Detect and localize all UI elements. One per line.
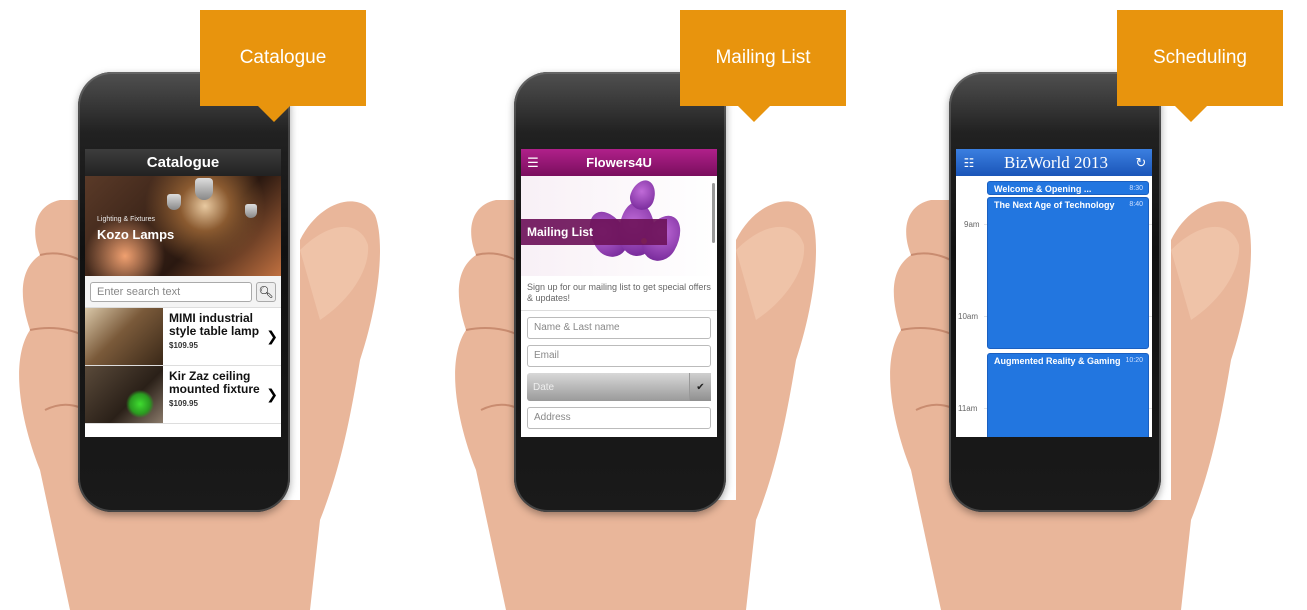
- scrollbar[interactable]: [712, 183, 715, 243]
- catalogue-tag: Catalogue: [200, 10, 366, 122]
- event-time: 10:20: [1125, 357, 1143, 364]
- event-title: The Next Age of Technology: [994, 200, 1115, 210]
- search-input[interactable]: Enter search text: [90, 281, 252, 302]
- search-icon: 🔍︎: [258, 284, 274, 299]
- email-field[interactable]: Email: [527, 345, 711, 367]
- catalogue-hero-banner[interactable]: Lighting & Fixtures Kozo Lamps: [85, 176, 281, 276]
- product-name: MIMI industrial style table lamp: [169, 311, 260, 338]
- date-select[interactable]: Date ✔︎: [527, 373, 711, 401]
- event-title: Augmented Reality & Gaming: [994, 356, 1121, 366]
- event-item[interactable]: Augmented Reality & Gaming 10:20: [987, 353, 1149, 437]
- product-thumbnail: [85, 308, 163, 365]
- scheduling-panel: ☷ BizWorld 2013 ↻ 9am 10am 11am Welcome …: [871, 0, 1307, 610]
- menu-icon[interactable]: ☰: [521, 155, 545, 171]
- catalogue-header: Catalogue: [85, 149, 281, 176]
- chevron-down-icon: ✔︎: [689, 373, 711, 401]
- grid-icon[interactable]: ☷: [956, 156, 982, 170]
- mailing-list-banner: Mailing List: [521, 219, 667, 245]
- flowers-title: Flowers4U: [586, 155, 652, 170]
- mailing-list-screen: ☰ Flowers4U Mailing List Sign up for our…: [521, 149, 717, 437]
- list-item[interactable]: Kir Zaz ceiling mounted fixture $109.95 …: [85, 366, 281, 424]
- lamp-image: [195, 178, 213, 200]
- phone-device: Catalogue Lighting & Fixtures Kozo Lamps…: [78, 72, 290, 512]
- date-label: Date: [533, 381, 555, 393]
- chevron-right-icon: ❯: [266, 386, 278, 402]
- search-button[interactable]: 🔍︎: [256, 281, 276, 302]
- bizworld-title: BizWorld 2013: [1004, 152, 1108, 172]
- scheduling-tag: Scheduling: [1117, 10, 1283, 122]
- address-field[interactable]: Address: [527, 407, 711, 429]
- product-thumbnail: [85, 366, 163, 423]
- flowers-header: ☰ Flowers4U: [521, 149, 717, 176]
- event-item[interactable]: The Next Age of Technology 8:40: [987, 197, 1149, 349]
- product-price: $109.95: [169, 399, 198, 408]
- catalogue-screen: Catalogue Lighting & Fixtures Kozo Lamps…: [85, 149, 281, 437]
- scheduling-screen: ☷ BizWorld 2013 ↻ 9am 10am 11am Welcome …: [956, 149, 1152, 437]
- lamp-image: [167, 194, 181, 210]
- product-name: Kir Zaz ceiling mounted fixture: [169, 369, 260, 396]
- event-item[interactable]: Welcome & Opening ... 8:30: [987, 181, 1149, 195]
- hero-subtitle: Lighting & Fixtures: [97, 216, 155, 223]
- event-time: 8:40: [1129, 201, 1143, 208]
- catalogue-title: Catalogue: [146, 154, 220, 171]
- bizworld-header: ☷ BizWorld 2013 ↻: [956, 149, 1152, 176]
- time-label: 9am: [964, 220, 980, 229]
- schedule-timeline[interactable]: 9am 10am 11am Welcome & Opening ... 8:30…: [956, 176, 1152, 437]
- product-price: $109.95: [169, 341, 198, 350]
- hero-title: Kozo Lamps: [97, 227, 175, 242]
- mailing-list-tag: Mailing List: [680, 10, 846, 122]
- mailing-list-panel: ☰ Flowers4U Mailing List Sign up for our…: [436, 0, 872, 610]
- lamp-image: [245, 204, 257, 218]
- catalogue-panel: Catalogue Lighting & Fixtures Kozo Lamps…: [0, 0, 436, 610]
- event-title: Welcome & Opening ...: [994, 184, 1092, 194]
- refresh-icon[interactable]: ↻: [1130, 155, 1152, 171]
- time-label: 11am: [958, 404, 978, 413]
- mailing-list-intro: Sign up for our mailing list to get spec…: [521, 276, 717, 311]
- list-item[interactable]: MIMI industrial style table lamp $109.95…: [85, 308, 281, 366]
- search-bar: Enter search text 🔍︎: [85, 276, 281, 308]
- time-label: 10am: [958, 312, 979, 321]
- phone-device: ☰ Flowers4U Mailing List Sign up for our…: [514, 72, 726, 512]
- phone-device: ☷ BizWorld 2013 ↻ 9am 10am 11am Welcome …: [949, 72, 1161, 512]
- flower-hero-image: Mailing List: [521, 176, 717, 276]
- name-field[interactable]: Name & Last name: [527, 317, 711, 339]
- event-time: 8:30: [1129, 185, 1143, 192]
- chevron-right-icon: ❯: [266, 328, 278, 344]
